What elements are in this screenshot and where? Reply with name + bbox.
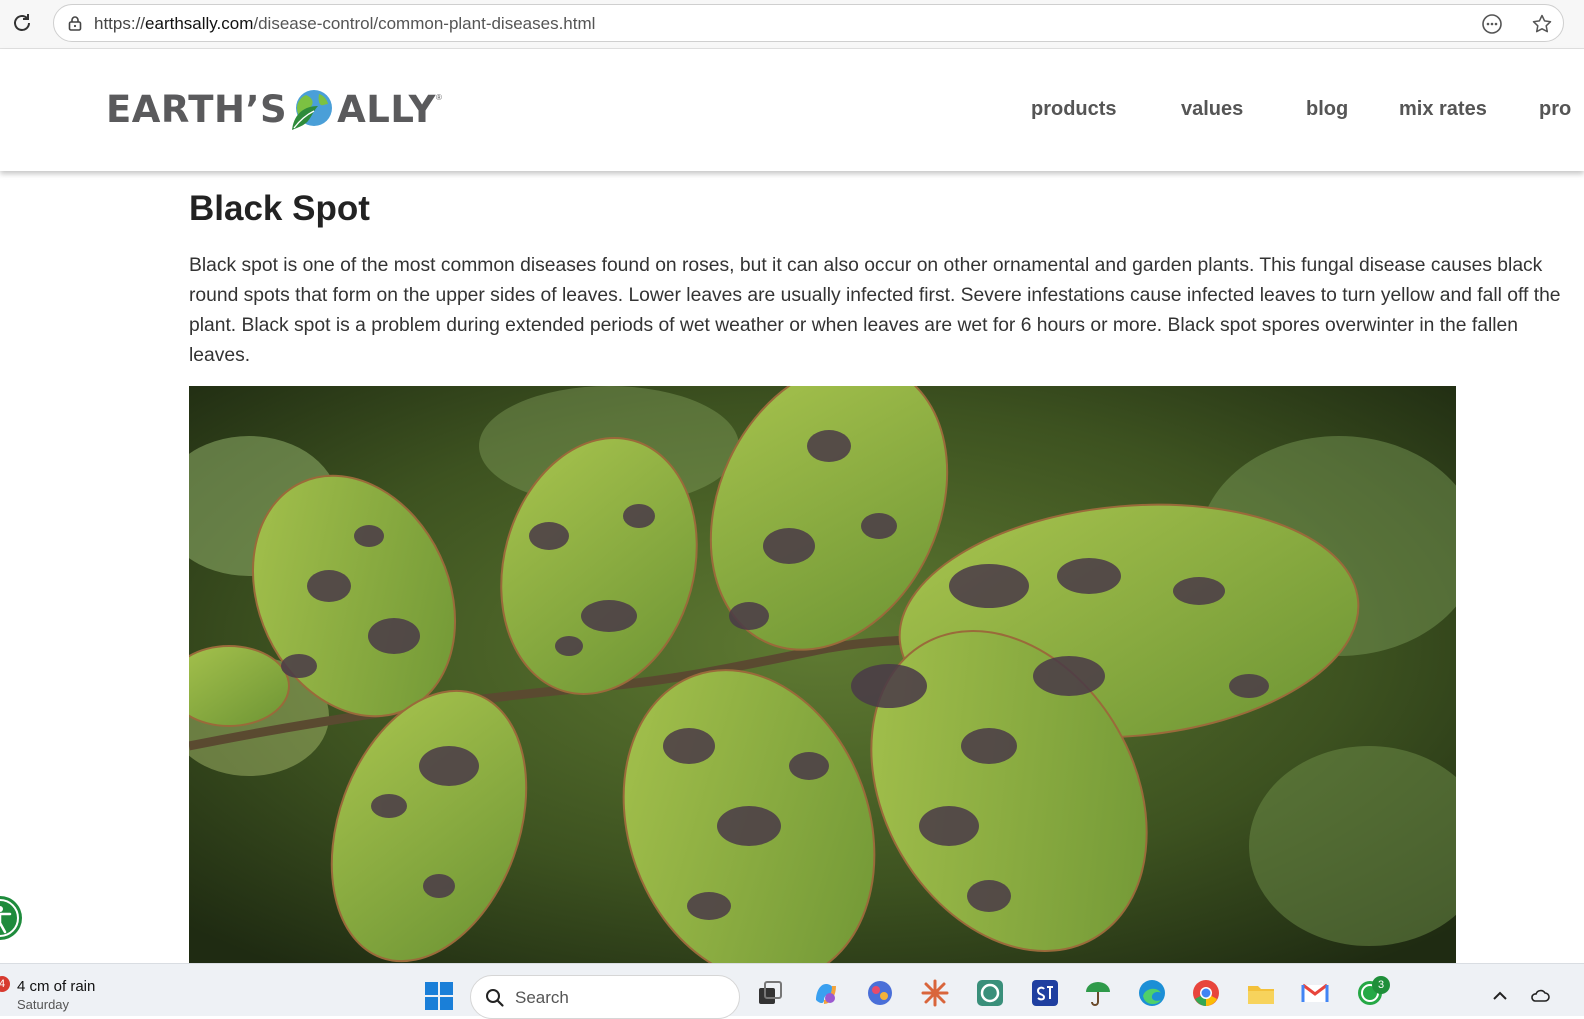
site-header: EARTH’S ALLY ® products values blog mix … <box>0 49 1584 171</box>
browser-toolbar: https://earthsally.com/disease-control/c… <box>0 0 1584 49</box>
registered-mark: ® <box>435 93 442 102</box>
nav-values[interactable]: values <box>1181 98 1243 121</box>
nav-blog[interactable]: blog <box>1306 98 1348 121</box>
search-placeholder: Search <box>515 988 569 1007</box>
windows-start-icon[interactable] <box>424 981 454 1011</box>
more-options-icon[interactable] <box>1481 13 1503 35</box>
chatgpt-icon[interactable] <box>975 978 1005 1008</box>
chevron-up-icon[interactable] <box>1490 986 1510 1006</box>
chrome-icon[interactable] <box>1191 978 1221 1008</box>
url-path: /disease-control/common-plant-diseases.h… <box>253 14 596 33</box>
nav-products[interactable]: products <box>1031 98 1117 121</box>
article-body: Black spot is one of the most common dis… <box>189 255 1561 366</box>
url-scheme: https:// <box>94 14 146 33</box>
article-title: Black Spot <box>189 189 370 228</box>
weather-text[interactable]: 4 cm of rain <box>17 978 95 995</box>
weather-badge: 4 <box>0 976 10 992</box>
edge-icon[interactable] <box>1137 978 1167 1008</box>
nav-pro[interactable]: pro <box>1539 98 1584 121</box>
lock-icon[interactable] <box>66 14 84 32</box>
logo-text-left: EARTH’S <box>106 88 288 131</box>
task-view-icon[interactable] <box>755 978 785 1008</box>
app-icon[interactable] <box>865 978 895 1008</box>
claude-icon[interactable] <box>920 978 950 1008</box>
whatsapp-badge: 3 <box>1372 976 1390 994</box>
logo-text-right: ALLY <box>337 88 436 131</box>
site-logo[interactable]: EARTH’S ALLY ® <box>106 85 442 135</box>
gmail-icon[interactable] <box>1300 978 1330 1008</box>
accessibility-icon[interactable] <box>0 890 28 946</box>
url-text[interactable]: https://earthsally.com/disease-control/c… <box>94 14 595 34</box>
globe-leaf-icon <box>292 90 333 130</box>
favorite-star-icon[interactable] <box>1531 13 1553 35</box>
url-host: earthsally.com <box>145 14 254 33</box>
address-bar[interactable]: https://earthsally.com/disease-control/c… <box>53 4 1564 42</box>
cloud-icon[interactable] <box>1530 986 1550 1006</box>
leaf-illustration <box>189 386 1456 963</box>
taskbar-search[interactable]: Search <box>470 975 740 1019</box>
reload-icon[interactable] <box>10 11 34 35</box>
black-spot-leaf-photo <box>189 386 1456 963</box>
nav-mix-rates[interactable]: mix rates <box>1399 98 1487 121</box>
file-explorer-icon[interactable] <box>1246 978 1276 1008</box>
umbrella-icon[interactable] <box>1083 978 1113 1008</box>
weather-day: Saturday <box>17 997 70 1012</box>
copilot-icon[interactable] <box>810 978 840 1008</box>
search-icon <box>486 989 504 1007</box>
app-icon-2[interactable] <box>1030 978 1060 1008</box>
taskbar: 4 4 cm of rain Saturday Search 3 <box>0 963 1584 1019</box>
